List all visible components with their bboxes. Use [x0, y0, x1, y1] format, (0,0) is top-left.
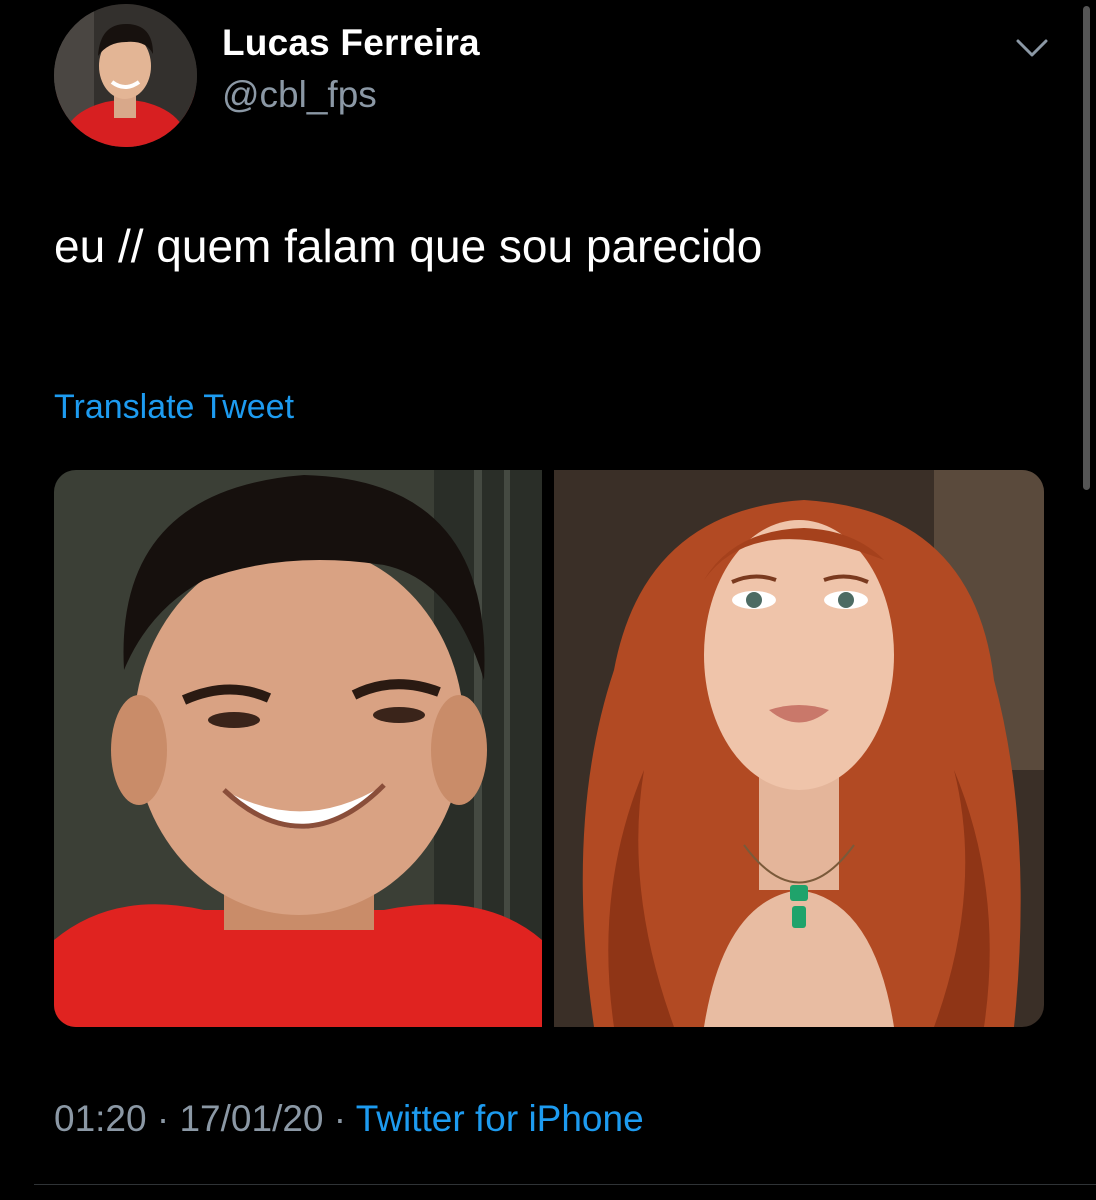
author-name[interactable]: Lucas Ferreira	[222, 22, 480, 64]
tweet-date: 17/01/20	[179, 1098, 324, 1139]
tweet-text: eu // quem falam que sou parecido	[54, 220, 763, 272]
author-handle[interactable]: @cbl_fps	[222, 74, 377, 116]
translate-tweet-link[interactable]: Translate Tweet	[54, 388, 294, 427]
meta-separator: ·	[156, 1098, 170, 1139]
meta-separator: ·	[333, 1098, 347, 1139]
media-photo-left[interactable]	[54, 470, 542, 1027]
tweet-source-link[interactable]: Twitter for iPhone	[356, 1098, 644, 1139]
scrollbar[interactable]	[1083, 6, 1090, 490]
tweet-metadata: 01:20 · 17/01/20 · Twitter for iPhone	[54, 1098, 644, 1140]
avatar[interactable]	[54, 4, 197, 147]
media-photo-right[interactable]	[554, 470, 1044, 1027]
avatar-photo	[54, 4, 197, 147]
chevron-down-icon[interactable]	[1014, 36, 1050, 60]
tweet-media	[54, 470, 1044, 1027]
divider	[34, 1184, 1096, 1185]
tweet-time: 01:20	[54, 1098, 147, 1139]
tweet-detail: Lucas Ferreira @cbl_fps eu // quem falam…	[0, 0, 1096, 1200]
